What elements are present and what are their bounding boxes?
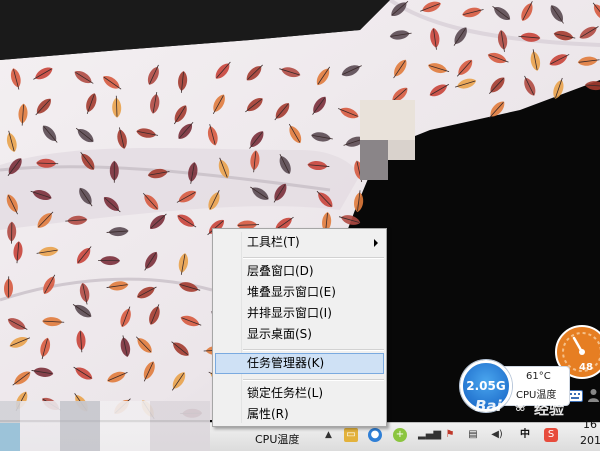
menu-item-side-by-side[interactable]: 并排显示窗口(I) bbox=[215, 303, 384, 324]
taskbar-blur-region bbox=[0, 401, 210, 451]
submenu-arrow-icon bbox=[374, 239, 378, 247]
menu-item-label: 显示桌面(S) bbox=[247, 327, 312, 341]
volume-icon[interactable]: ◀) bbox=[490, 428, 504, 442]
language-icon[interactable]: 中 bbox=[518, 428, 532, 442]
menu-item-toolbars[interactable]: 工具栏(T) bbox=[215, 232, 384, 253]
menu-item-label: 锁定任务栏(L) bbox=[247, 386, 323, 400]
folder-icon[interactable]: ▭ bbox=[344, 428, 358, 442]
menu-item-show-desktop[interactable]: 显示桌面(S) bbox=[215, 324, 384, 345]
mosaic-blur bbox=[360, 140, 388, 180]
watermark-logo: Bai bbox=[475, 397, 502, 415]
clock-time[interactable]: 16 bbox=[583, 418, 597, 431]
menu-item-label: 属性(R) bbox=[247, 407, 289, 421]
app-tray-icon[interactable]: S bbox=[544, 428, 558, 442]
start-button-area[interactable] bbox=[0, 423, 20, 451]
menu-item-task-manager[interactable]: 任务管理器(K) bbox=[215, 353, 384, 374]
user-icon[interactable] bbox=[587, 388, 600, 402]
mosaic-blur bbox=[388, 140, 415, 160]
menu-item-lock-taskbar[interactable]: 锁定任务栏(L) bbox=[215, 383, 384, 404]
watermark-text: 经验 bbox=[534, 398, 564, 419]
network-icon[interactable]: ▤ bbox=[466, 428, 480, 442]
mosaic-blur bbox=[360, 100, 415, 140]
taskbar-cpu-temperature-label[interactable]: CPU温度 bbox=[255, 431, 299, 447]
menu-item-stack-windows[interactable]: 堆叠显示窗口(E) bbox=[215, 282, 384, 303]
menu-item-label: 并排显示窗口(I) bbox=[247, 306, 332, 320]
taskbar-context-menu[interactable]: 工具栏(T) 层叠窗口(D) 堆叠显示窗口(E) 并排显示窗口(I) 显示桌面(… bbox=[212, 228, 387, 427]
menu-separator bbox=[243, 379, 384, 381]
menu-item-properties[interactable]: 属性(R) bbox=[215, 404, 384, 425]
plus-icon[interactable]: + bbox=[393, 428, 407, 442]
menu-item-label: 层叠窗口(D) bbox=[247, 264, 314, 278]
paw-icon: ❀ bbox=[514, 397, 527, 415]
flag-icon[interactable]: ⚑ bbox=[443, 428, 457, 442]
signal-icon[interactable]: ▂▄▆ bbox=[418, 428, 432, 442]
menu-item-label: 任务管理器(K) bbox=[247, 356, 324, 370]
menu-item-cascade-windows[interactable]: 层叠窗口(D) bbox=[215, 261, 384, 282]
menu-separator bbox=[243, 349, 384, 351]
shield-icon[interactable]: ● bbox=[368, 428, 382, 442]
menu-separator bbox=[243, 257, 384, 259]
menu-item-label: 工具栏(T) bbox=[247, 235, 300, 249]
clock-date[interactable]: 201 bbox=[580, 434, 600, 447]
menu-item-label: 堆叠显示窗口(E) bbox=[247, 285, 336, 299]
gauge-value: 48 bbox=[579, 362, 593, 373]
tray-overflow-arrow-icon[interactable]: ▲ bbox=[325, 430, 332, 440]
cpu-temperature-value: 61°C bbox=[526, 371, 551, 382]
